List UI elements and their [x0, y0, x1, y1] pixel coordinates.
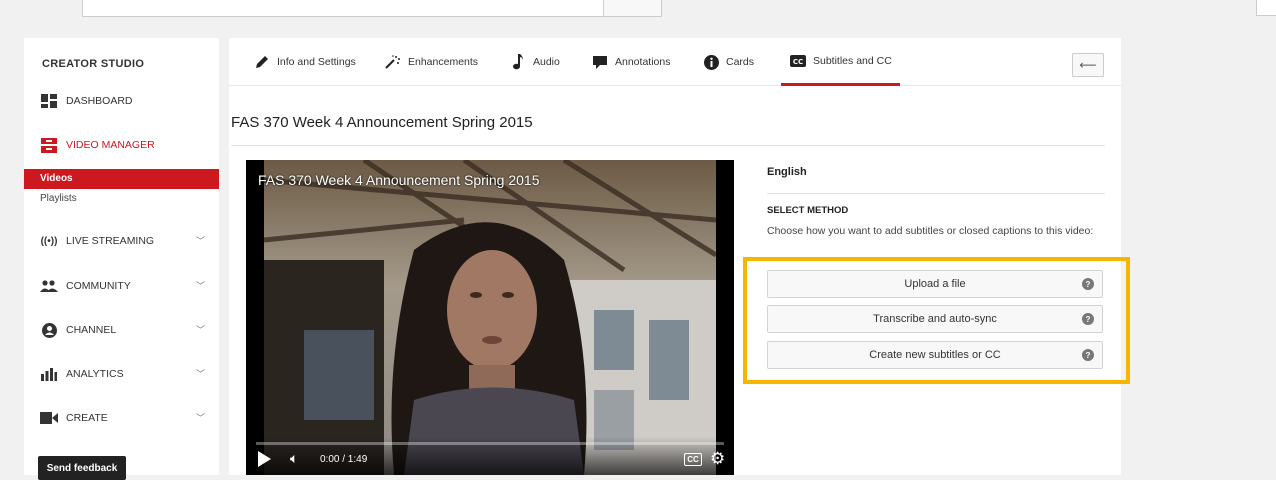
sidebar-subitem-playlists[interactable]: Playlists [24, 189, 219, 209]
video-frame [264, 160, 716, 475]
divider [767, 193, 1105, 194]
help-icon[interactable]: ? [1082, 349, 1094, 361]
help-icon[interactable]: ? [1082, 278, 1094, 290]
tab-cards[interactable]: Cards [702, 38, 754, 86]
arrow-left-icon: ⟵ [1079, 58, 1097, 72]
chevron-down-icon[interactable]: ﹀ [196, 323, 205, 336]
tab-annotations[interactable]: Annotations [591, 38, 670, 86]
top-search-button[interactable] [603, 0, 661, 16]
svg-text:CC: CC [793, 58, 803, 66]
sidebar: CREATOR STUDIO DASHBOARD VIDEO MANAGER V… [24, 38, 219, 480]
tab-label: Annotations [615, 56, 671, 68]
tab-info-settings[interactable]: Info and Settings [253, 38, 356, 86]
tab-enhancements[interactable]: Enhancements [384, 38, 478, 86]
sidebar-item-channel[interactable]: CHANNEL ﹀ [40, 319, 215, 341]
sidebar-item-create[interactable]: CREATE ﹀ [40, 407, 215, 429]
speech-bubble-icon [591, 54, 609, 70]
sidebar-item-community[interactable]: COMMUNITY ﹀ [40, 275, 215, 297]
button-label: Transcribe and auto-sync [873, 313, 997, 325]
time-display: 0:00 / 1:49 [320, 454, 368, 465]
upload-file-button[interactable]: Upload a file ? [767, 270, 1103, 298]
magic-wand-icon [384, 54, 402, 70]
dashboard-icon [40, 93, 58, 109]
editor-tabs: Info and Settings Enhancements Audio Ann… [229, 38, 1121, 86]
cc-icon: CC [789, 53, 807, 69]
sidebar-subitem-videos[interactable]: Videos [24, 169, 219, 189]
help-icon[interactable]: ? [1082, 313, 1094, 325]
sidebar-item-label: COMMUNITY [66, 280, 131, 292]
analytics-icon [40, 366, 58, 382]
sidebar-item-dashboard[interactable]: DASHBOARD [40, 90, 215, 112]
community-icon [40, 278, 58, 294]
button-label: Create new subtitles or CC [869, 349, 1001, 361]
sidebar-item-label: DASHBOARD [66, 95, 133, 107]
tab-label: Info and Settings [277, 56, 356, 68]
top-right-control[interactable] [1256, 0, 1276, 16]
sidebar-item-label: ANALYTICS [66, 368, 124, 380]
top-search-bar[interactable] [82, 0, 662, 17]
video-manager-icon [40, 137, 58, 153]
sidebar-title: CREATOR STUDIO [42, 58, 145, 70]
info-icon [702, 54, 720, 70]
video-player[interactable]: FAS 370 Week 4 Announcement Spring 2015 … [246, 160, 734, 475]
page-title: FAS 370 Week 4 Announcement Spring 2015 [231, 114, 533, 131]
video-camera-icon [40, 410, 58, 426]
chevron-down-icon[interactable]: ﹀ [196, 411, 205, 424]
sidebar-item-label: CREATE [66, 412, 108, 424]
video-overlay-title: FAS 370 Week 4 Announcement Spring 2015 [258, 172, 540, 188]
tab-label: Enhancements [408, 56, 479, 68]
pencil-icon [253, 54, 271, 70]
create-subtitles-button[interactable]: Create new subtitles or CC ? [767, 341, 1103, 369]
divider [231, 145, 1105, 146]
tab-label: Subtitles and CC [813, 54, 892, 67]
back-button[interactable]: ⟵ [1072, 53, 1104, 77]
sidebar-item-label: LIVE STREAMING [66, 235, 155, 247]
language-heading: English [767, 166, 807, 178]
tab-label: Cards [726, 56, 755, 68]
sidebar-item-live-streaming[interactable]: ((•)) LIVE STREAMING ﹀ [40, 230, 215, 252]
live-streaming-icon: ((•)) [40, 235, 58, 247]
cc-toggle-icon[interactable]: CC [684, 453, 702, 466]
chevron-down-icon[interactable]: ﹀ [196, 279, 205, 292]
sidebar-item-video-manager[interactable]: VIDEO MANAGER [40, 134, 215, 156]
tab-label: Audio [533, 56, 560, 68]
main-panel: Info and Settings Enhancements Audio Ann… [229, 38, 1130, 475]
tab-subtitles-cc[interactable]: CC Subtitles and CC [781, 38, 900, 86]
transcribe-auto-sync-button[interactable]: Transcribe and auto-sync ? [767, 305, 1103, 333]
button-label: Upload a file [904, 278, 966, 290]
progress-bar[interactable] [256, 442, 724, 445]
play-icon[interactable] [258, 451, 271, 467]
sidebar-item-label: VIDEO MANAGER [66, 139, 155, 151]
volume-icon[interactable]: 🔈︎ [290, 450, 298, 467]
channel-icon [40, 322, 58, 338]
send-feedback-button[interactable]: Send feedback [38, 456, 126, 480]
select-method-label: SELECT METHOD [767, 205, 849, 216]
chevron-down-icon[interactable]: ﹀ [196, 367, 205, 380]
music-note-icon [509, 54, 527, 70]
tab-audio[interactable]: Audio [509, 38, 560, 86]
gear-icon[interactable]: ⚙ [710, 449, 725, 469]
chevron-down-icon[interactable]: ﹀ [196, 234, 205, 247]
sidebar-item-analytics[interactable]: ANALYTICS ﹀ [40, 363, 215, 385]
sidebar-item-label: CHANNEL [66, 324, 117, 336]
select-method-description: Choose how you want to add subtitles or … [767, 225, 1094, 237]
